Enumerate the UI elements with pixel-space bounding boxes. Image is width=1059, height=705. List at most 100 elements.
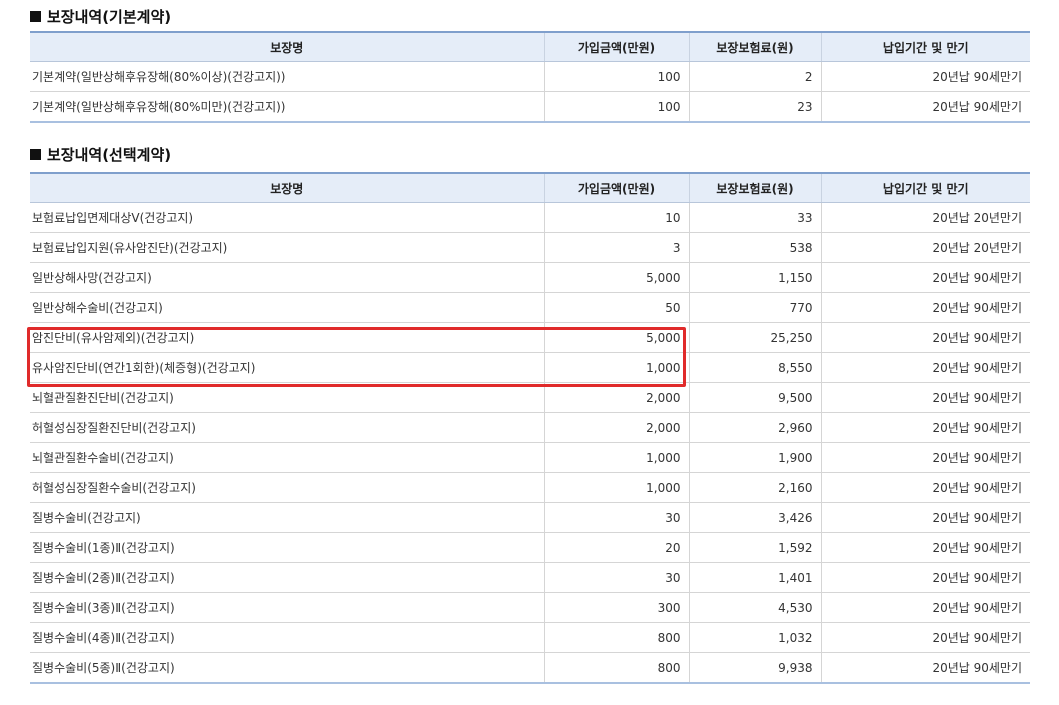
table-row: 질병수술비(2종)Ⅱ(건강고지) 30 1,401 20년납 90세만기 — [30, 562, 1030, 593]
payment-period-cell: 20년납 90세만기 — [820, 562, 1030, 593]
table-row: 질병수술비(건강고지) 30 3,426 20년납 90세만기 — [30, 502, 1030, 533]
coverage-name-cell: 허혈성심장질환수술비(건강고지) — [30, 472, 544, 503]
table-row: 보험료납입면제대상Ⅴ(건강고지) 10 33 20년납 20년만기 — [30, 202, 1030, 233]
insured-amount-cell: 300 — [543, 592, 689, 623]
insured-amount-cell: 1,000 — [543, 472, 689, 503]
coverage-name-cell: 일반상해수술비(건강고지) — [30, 292, 544, 323]
premium-cell: 33 — [688, 202, 821, 233]
coverage-name-cell: 뇌혈관질환진단비(건강고지) — [30, 382, 544, 413]
premium-cell: 2,960 — [688, 412, 821, 443]
coverage-name-cell: 질병수술비(3종)Ⅱ(건강고지) — [30, 592, 544, 623]
insured-amount-cell: 30 — [543, 562, 689, 593]
insured-amount-cell: 2,000 — [543, 412, 689, 443]
coverage-name-cell: 질병수술비(1종)Ⅱ(건강고지) — [30, 532, 544, 563]
header-payment-period: 납입기간 및 만기 — [820, 173, 1030, 203]
insured-amount-cell: 5,000 — [543, 262, 689, 293]
payment-period-cell: 20년납 90세만기 — [820, 622, 1030, 653]
insured-amount-cell: 20 — [543, 532, 689, 563]
optional-coverage-table: 보장명 가입금액(만원) 보장보험료(원) 납입기간 및 만기 보험료납입면제대… — [30, 172, 1030, 684]
premium-cell: 8,550 — [688, 352, 821, 383]
payment-period-cell: 20년납 90세만기 — [820, 352, 1030, 383]
coverage-name-cell: 질병수술비(5종)Ⅱ(건강고지) — [32, 661, 175, 675]
premium-cell: 770 — [688, 292, 821, 323]
table-row: 일반상해수술비(건강고지) 50 770 20년납 90세만기 — [30, 292, 1030, 323]
header-coverage-name: 보장명 — [30, 32, 544, 62]
premium-cell: 1,401 — [688, 562, 821, 593]
square-bullet-icon — [30, 11, 41, 22]
insured-amount-cell: 3 — [543, 232, 689, 263]
coverage-name-cell: 질병수술비(건강고지) — [30, 502, 544, 533]
premium-cell: 25,250 — [688, 322, 821, 353]
insured-amount-cell: 50 — [543, 292, 689, 323]
premium-cell: 538 — [688, 232, 821, 263]
basic-coverage-table: 보장명 가입금액(만원) 보장보험료(원) 납입기간 및 만기 기본계약(일반상… — [30, 31, 1030, 123]
payment-period-cell: 20년납 90세만기 — [820, 502, 1030, 533]
table-row: 기본계약(일반상해후유장해(80%미만)(건강고지)) 100 23 20년납 … — [30, 91, 1030, 122]
table-row-highlighted: 유사암진단비(연간1회한)(체증형)(건강고지) 1,000 8,550 20년납 9… — [30, 352, 1030, 383]
payment-period-cell: 20년납 20년만기 — [820, 232, 1030, 263]
table-header-row: 보장명 가입금액(만원) 보장보험료(원) 납입기간 및 만기 — [30, 173, 1030, 203]
payment-period-cell: 20년납 90세만기 — [820, 61, 1030, 92]
table-row: 질병수술비(1종)Ⅱ(건강고지) 20 1,592 20년납 90세만기 — [30, 532, 1030, 563]
payment-period-cell: 20년납 90세만기 — [820, 382, 1030, 413]
insured-amount-cell: 2,000 — [543, 382, 689, 413]
table-row: 질병수술비(5종)Ⅱ(건강고지) 800 9,938 20년납 90세만기 — [30, 652, 1030, 683]
coverage-name-cell: 질병수술비(4종)Ⅱ(건강고지) — [30, 622, 544, 653]
coverage-name-cell: 기본계약(일반상해후유장해(80%미만)(건강고지)) — [32, 100, 286, 114]
table-row: 보험료납입지원(유사암진단)(건강고지) 3 538 20년납 20년만기 — [30, 232, 1030, 263]
table-row: 허혈성심장질환수술비(건강고지) 1,000 2,160 20년납 90세만기 — [30, 472, 1030, 503]
coverage-name-cell: 허혈성심장질환진단비(건강고지) — [30, 412, 544, 443]
insured-amount-cell: 800 — [543, 652, 689, 683]
table-row: 뇌혈관질환진단비(건강고지) 2,000 9,500 20년납 90세만기 — [30, 382, 1030, 413]
insured-amount-cell: 100 — [543, 61, 689, 92]
payment-period-cell: 20년납 20년만기 — [820, 202, 1030, 233]
table-row: 질병수술비(4종)Ⅱ(건강고지) 800 1,032 20년납 90세만기 — [30, 622, 1030, 653]
payment-period-cell: 20년납 90세만기 — [820, 592, 1030, 623]
payment-period-cell: 20년납 90세만기 — [820, 472, 1030, 503]
insured-amount-cell: 100 — [543, 91, 689, 122]
coverage-name-cell: 보험료납입지원(유사암진단)(건강고지) — [30, 232, 544, 263]
section-title-basic: 보장내역(기본계약) — [30, 7, 171, 27]
section-title-basic-text: 보장내역(기본계약) — [47, 8, 172, 26]
insured-amount-cell: 1,000 — [543, 442, 689, 473]
insured-amount-cell: 5,000 — [543, 322, 689, 353]
header-insured-amount: 가입금액(만원) — [543, 173, 689, 203]
table-header-row: 보장명 가입금액(만원) 보장보험료(원) 납입기간 및 만기 — [30, 32, 1030, 62]
table-row: 허혈성심장질환진단비(건강고지) 2,000 2,960 20년납 90세만기 — [30, 412, 1030, 443]
header-coverage-name: 보장명 — [30, 173, 544, 203]
header-payment-period: 납입기간 및 만기 — [820, 32, 1030, 62]
premium-cell: 2 — [688, 61, 821, 92]
premium-cell: 2,160 — [688, 472, 821, 503]
coverage-name-cell: 기본계약(일반상해후유장해(80%이상)(건강고지)) — [30, 61, 544, 92]
coverage-name-cell: 일반상해사망(건강고지) — [30, 262, 544, 293]
coverage-name-cell: 유사암진단비(연간1회한)(체증형)(건강고지) — [30, 352, 544, 383]
insured-amount-cell: 800 — [543, 622, 689, 653]
table-row: 질병수술비(3종)Ⅱ(건강고지) 300 4,530 20년납 90세만기 — [30, 592, 1030, 623]
table-row: 뇌혈관질환수술비(건강고지) 1,000 1,900 20년납 90세만기 — [30, 442, 1030, 473]
coverage-name-cell: 보험료납입면제대상Ⅴ(건강고지) — [30, 202, 544, 233]
table-row: 일반상해사망(건강고지) 5,000 1,150 20년납 90세만기 — [30, 262, 1030, 293]
premium-cell: 1,150 — [688, 262, 821, 293]
premium-cell: 3,426 — [688, 502, 821, 533]
coverage-name-cell: 질병수술비(2종)Ⅱ(건강고지) — [30, 562, 544, 593]
payment-period-cell: 20년납 90세만기 — [820, 532, 1030, 563]
insured-amount-cell: 1,000 — [543, 352, 689, 383]
premium-cell: 1,032 — [688, 622, 821, 653]
header-insured-amount: 가입금액(만원) — [543, 32, 689, 62]
coverage-name-cell: 암진단비(유사암제외)(건강고지) — [30, 322, 544, 353]
premium-cell: 1,900 — [688, 442, 821, 473]
header-premium: 보장보험료(원) — [688, 32, 821, 62]
premium-cell: 1,592 — [688, 532, 821, 563]
payment-period-cell: 20년납 90세만기 — [820, 91, 1030, 122]
payment-period-cell: 20년납 90세만기 — [820, 652, 1030, 683]
premium-cell: 9,938 — [688, 652, 821, 683]
premium-cell: 4,530 — [688, 592, 821, 623]
square-bullet-icon — [30, 149, 41, 160]
premium-cell: 23 — [688, 91, 821, 122]
coverage-name-cell: 뇌혈관질환수술비(건강고지) — [30, 442, 544, 473]
payment-period-cell: 20년납 90세만기 — [820, 262, 1030, 293]
table-row: 기본계약(일반상해후유장해(80%이상)(건강고지)) 100 2 20년납 9… — [30, 61, 1030, 92]
payment-period-cell: 20년납 90세만기 — [820, 292, 1030, 323]
header-premium: 보장보험료(원) — [688, 173, 821, 203]
insured-amount-cell: 10 — [543, 202, 689, 233]
